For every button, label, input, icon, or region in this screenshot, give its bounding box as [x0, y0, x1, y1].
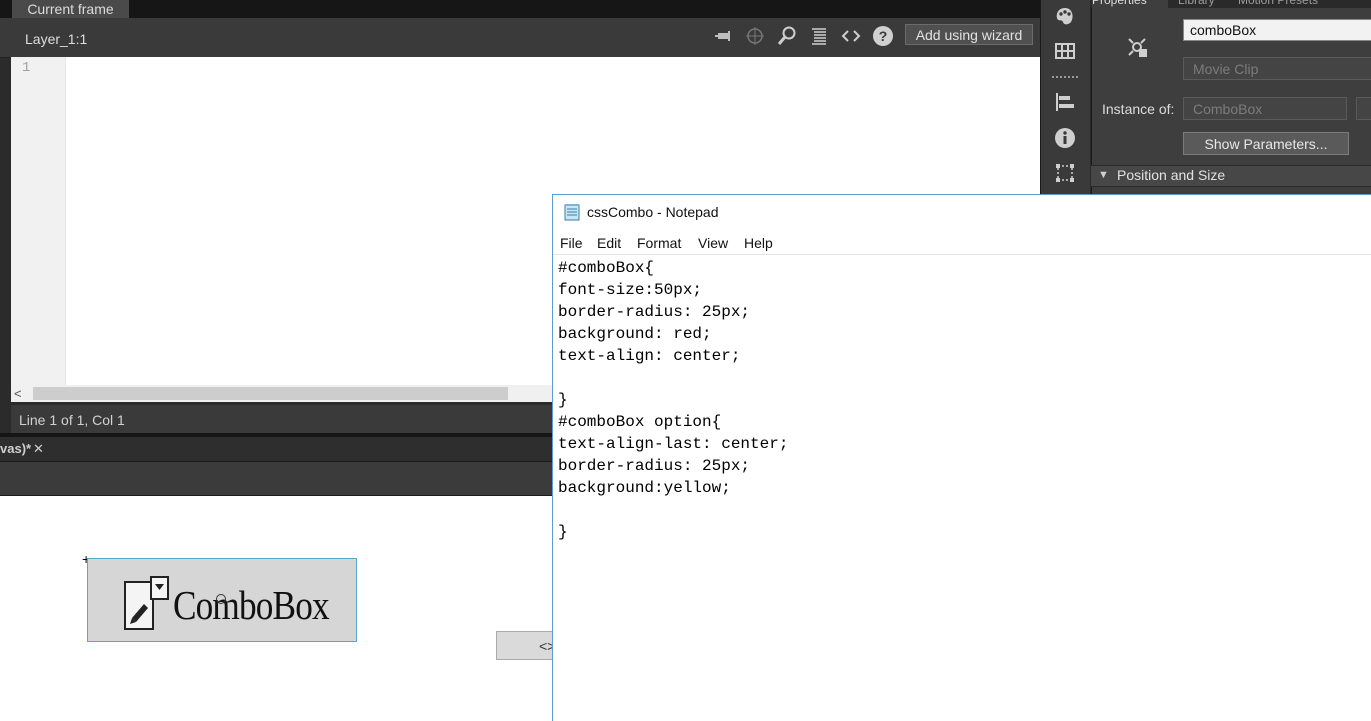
- menu-help[interactable]: Help: [744, 235, 773, 251]
- scroll-left-arrow-icon[interactable]: <: [14, 385, 22, 402]
- notepad-icon: [563, 203, 581, 221]
- tab-properties[interactable]: Properties: [1092, 0, 1168, 8]
- svg-text:?: ?: [879, 28, 888, 44]
- panel-grip[interactable]: [1052, 76, 1078, 82]
- menu-file[interactable]: File: [560, 235, 583, 251]
- stage-toolbar: [0, 462, 560, 496]
- symbol-type-select[interactable]: Movie Clip: [1183, 57, 1371, 80]
- line-number: 1: [22, 60, 31, 76]
- tab-current-frame[interactable]: Current frame: [12, 0, 129, 18]
- notepad-text-area[interactable]: #comboBox{ font-size:50px; border-radius…: [558, 257, 788, 543]
- document-tab-bar: [0, 437, 560, 462]
- panel-tab-strip: [0, 0, 1040, 18]
- search-icon[interactable]: [776, 25, 798, 47]
- transform-icon[interactable]: [1054, 162, 1076, 184]
- movie-clip-icon: [1124, 34, 1150, 60]
- menu-format[interactable]: Format: [637, 235, 681, 251]
- menu-edit[interactable]: Edit: [597, 235, 621, 251]
- grid-icon[interactable]: [1054, 40, 1076, 62]
- pin-icon[interactable]: [712, 25, 734, 47]
- scrollbar-thumb[interactable]: [33, 387, 508, 400]
- menu-view[interactable]: View: [698, 235, 728, 251]
- collapse-arrow-icon[interactable]: ▼: [1098, 167, 1109, 183]
- layer-label: Layer_1:1: [25, 31, 88, 47]
- target-icon[interactable]: [744, 25, 766, 47]
- show-parameters-button[interactable]: Show Parameters...: [1183, 132, 1349, 155]
- position-size-label: Position and Size: [1117, 167, 1226, 183]
- combobox-label: ComboBox: [173, 582, 330, 628]
- swap-symbol-button[interactable]: [1356, 97, 1371, 120]
- palette-icon[interactable]: [1054, 5, 1076, 27]
- combobox-edit-icon: [124, 576, 170, 630]
- info-icon[interactable]: [1054, 127, 1076, 149]
- code-icon[interactable]: [840, 25, 862, 47]
- instance-of-label: Instance of:: [1102, 101, 1175, 117]
- tab-library[interactable]: Library: [1178, 0, 1228, 8]
- tab-motion-presets[interactable]: Motion Presets: [1238, 0, 1338, 8]
- code-snippet-button[interactable]: <>: [496, 631, 560, 660]
- menubar-divider: [553, 254, 1371, 255]
- align-icon[interactable]: [1054, 91, 1076, 113]
- document-tab[interactable]: vas)*: [0, 438, 31, 460]
- instance-of-field[interactable]: ComboBox: [1183, 97, 1347, 120]
- notepad-title: cssCombo - Notepad: [587, 204, 719, 220]
- line-gutter: [11, 57, 66, 385]
- instance-name-field[interactable]: comboBox: [1183, 19, 1371, 41]
- add-using-wizard-button[interactable]: Add using wizard: [905, 24, 1033, 45]
- close-icon[interactable]: ✕: [33, 438, 44, 460]
- registration-point: [216, 594, 226, 604]
- help-icon[interactable]: ?: [872, 25, 894, 47]
- format-icon[interactable]: [808, 25, 830, 47]
